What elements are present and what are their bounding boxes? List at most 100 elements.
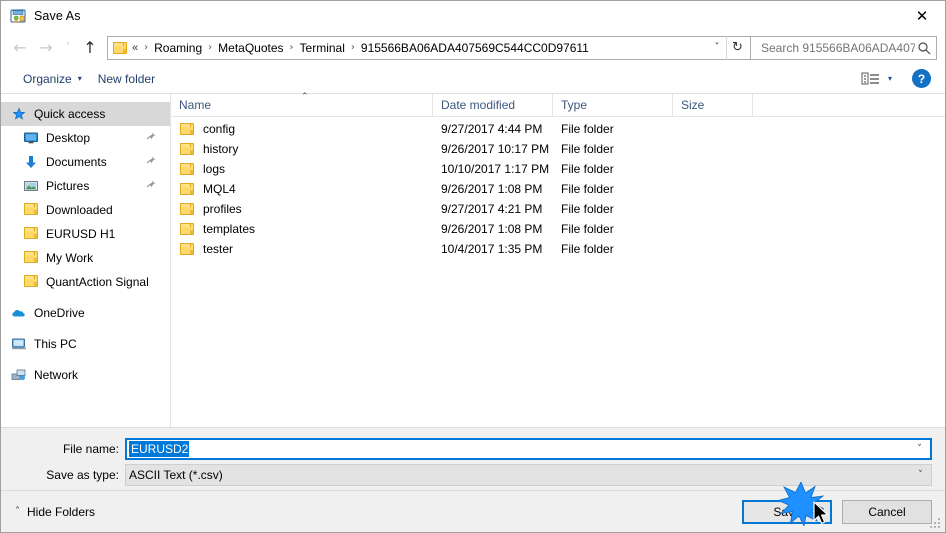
cancel-button[interactable]: Cancel [842, 499, 932, 524]
file-list-pane: Name ⌃ Date modified Type Size config 9/… [171, 92, 945, 427]
chevron-down-icon[interactable]: ˅ [918, 470, 923, 481]
hide-folders-button[interactable]: ˄ Hide Folders [15, 505, 95, 519]
sidebar-item-this-pc[interactable]: This PC [1, 332, 170, 356]
sort-ascending-icon: ⌃ [301, 92, 309, 102]
column-header-type[interactable]: Type [553, 94, 673, 116]
sidebar-item-desktop[interactable]: Desktop [1, 126, 170, 150]
file-name-label: history [203, 142, 239, 156]
file-type-cell: File folder [561, 222, 614, 236]
file-name-value: EURUSD2 [129, 441, 190, 457]
table-row[interactable]: templates 9/26/2017 1:08 PM File folder [171, 219, 945, 239]
window-title: Save As [34, 9, 81, 23]
file-type-cell: File folder [561, 142, 614, 156]
refresh-icon[interactable]: ↻ [726, 35, 748, 60]
cloud-icon [11, 305, 27, 321]
file-date-cell: 9/26/2017 10:17 PM [441, 142, 550, 156]
sidebar-item-pictures[interactable]: Pictures [1, 174, 170, 198]
breadcrumb-item-metaquotes[interactable]: MetaQuotes [216, 41, 285, 55]
file-name-label: logs [203, 162, 226, 176]
file-name-cell: logs [171, 162, 433, 176]
help-button[interactable]: ? [912, 69, 931, 88]
sidebar-item-eurusd-h1[interactable]: EURUSD H1 [1, 222, 170, 246]
search-icon[interactable] [917, 41, 931, 55]
save-form: File name: EURUSD2 ˅ Save as type: ASCII… [1, 427, 945, 490]
pin-icon[interactable] [146, 156, 156, 168]
sidebar-item-onedrive[interactable]: OneDrive [1, 301, 170, 325]
breadcrumb-item-terminal[interactable]: Terminal [298, 41, 347, 55]
pin-icon[interactable] [146, 132, 156, 144]
organize-label: Organize [23, 71, 72, 86]
toolbar: Organize ▾ New folder ▾ ? [1, 64, 945, 94]
recent-locations-icon[interactable]: ˅ [59, 35, 77, 61]
column-headers: Name ⌃ Date modified Type Size [171, 92, 945, 117]
table-row[interactable]: config 9/27/2017 4:44 PM File folder [171, 119, 945, 139]
chevron-down-icon[interactable]: ˅ [917, 444, 922, 455]
view-chevron-down-icon[interactable]: ▾ [888, 74, 892, 83]
table-row[interactable]: logs 10/10/2017 1:17 PM File folder [171, 159, 945, 179]
back-icon[interactable]: ← [7, 35, 33, 61]
view-list-icon[interactable] [861, 71, 881, 87]
table-row[interactable]: profiles 9/27/2017 4:21 PM File folder [171, 199, 945, 219]
sidebar-item-label: Documents [46, 155, 107, 169]
sidebar-item-documents[interactable]: Documents [1, 150, 170, 174]
pin-icon[interactable] [146, 180, 156, 192]
file-name-cell: MQL4 [171, 182, 433, 196]
folder-icon [23, 274, 39, 290]
folder-icon [112, 41, 128, 55]
folder-icon [23, 250, 39, 266]
file-name-label: tester [203, 242, 234, 256]
save-as-type-row: Save as type: ASCII Text (*.csv) ˅ [1, 464, 945, 486]
sidebar-item-label: QuantAction Signal [46, 275, 149, 289]
file-name-input[interactable]: EURUSD2 ˅ [125, 438, 932, 460]
file-name-label: MQL4 [203, 182, 236, 196]
file-name-cell: profiles [171, 202, 433, 216]
table-row[interactable]: MQL4 9/26/2017 1:08 PM File folder [171, 179, 945, 199]
table-row[interactable]: history 9/26/2017 10:17 PM File folder [171, 139, 945, 159]
column-header-date-modified[interactable]: Date modified [433, 94, 553, 116]
breadcrumb-overflow[interactable]: « [131, 42, 140, 54]
navigation-bar: ← → ˅ ↑ « › Roaming › MetaQuotes › Termi… [1, 31, 945, 64]
chevron-down-icon[interactable]: ˅ [708, 42, 726, 53]
sidebar-item-label: This PC [34, 337, 77, 351]
forward-icon[interactable]: → [33, 35, 59, 61]
sidebar-item-label: OneDrive [34, 306, 85, 320]
save-as-type-value: ASCII Text (*.csv) [129, 468, 223, 482]
table-row[interactable]: tester 10/4/2017 1:35 PM File folder [171, 239, 945, 259]
resize-grip[interactable] [930, 518, 942, 530]
network-icon [11, 367, 27, 383]
file-name-cell: templates [171, 222, 433, 236]
column-header-name[interactable]: Name ⌃ [171, 92, 433, 116]
sidebar-item-label: Desktop [46, 131, 91, 145]
star-icon [11, 106, 27, 122]
chevron-up-icon: ˄ [15, 506, 20, 517]
sidebar-item-quick-access[interactable]: Quick access [1, 102, 170, 126]
file-type-cell: File folder [561, 162, 614, 176]
close-icon[interactable]: ✕ [899, 1, 945, 31]
folder-icon [23, 226, 39, 242]
breadcrumb-item-roaming[interactable]: Roaming [152, 41, 204, 55]
sidebar-item-quantaction-signal[interactable]: QuantAction Signal [1, 270, 170, 294]
organize-button[interactable]: Organize ▾ [15, 69, 90, 89]
dialog-body: Quick access Desktop Documents Pictures … [1, 92, 945, 427]
sidebar-item-network[interactable]: Network [1, 363, 170, 387]
new-folder-button[interactable]: New folder [90, 69, 163, 89]
sidebar-item-label: EURUSD H1 [46, 227, 116, 241]
up-icon[interactable]: ↑ [77, 35, 103, 61]
breadcrumb-item-instance[interactable]: 915566BA06ADA407569C544CC0D97611 [359, 41, 591, 55]
column-header-size[interactable]: Size [673, 94, 753, 116]
file-name-label: config [203, 122, 236, 136]
search-input[interactable] [759, 39, 917, 56]
search-box[interactable] [751, 35, 937, 60]
file-date-cell: 10/10/2017 1:17 PM [441, 162, 550, 176]
file-name-label: File name: [62, 442, 119, 456]
sidebar-item-label: Network [34, 368, 79, 382]
address-bar[interactable]: « › Roaming › MetaQuotes › Terminal › 91… [107, 35, 751, 60]
save-button[interactable]: Save [742, 499, 832, 524]
file-date-cell: 9/27/2017 4:44 PM [441, 122, 543, 136]
save-as-type-select[interactable]: ASCII Text (*.csv) ˅ [125, 464, 932, 486]
sidebar-item-my-work[interactable]: My Work [1, 246, 170, 270]
breadcrumb-separator: › [208, 42, 213, 53]
sidebar-item-downloaded[interactable]: Downloaded [1, 198, 170, 222]
save-as-icon [10, 8, 26, 24]
monitor-icon [23, 130, 39, 146]
